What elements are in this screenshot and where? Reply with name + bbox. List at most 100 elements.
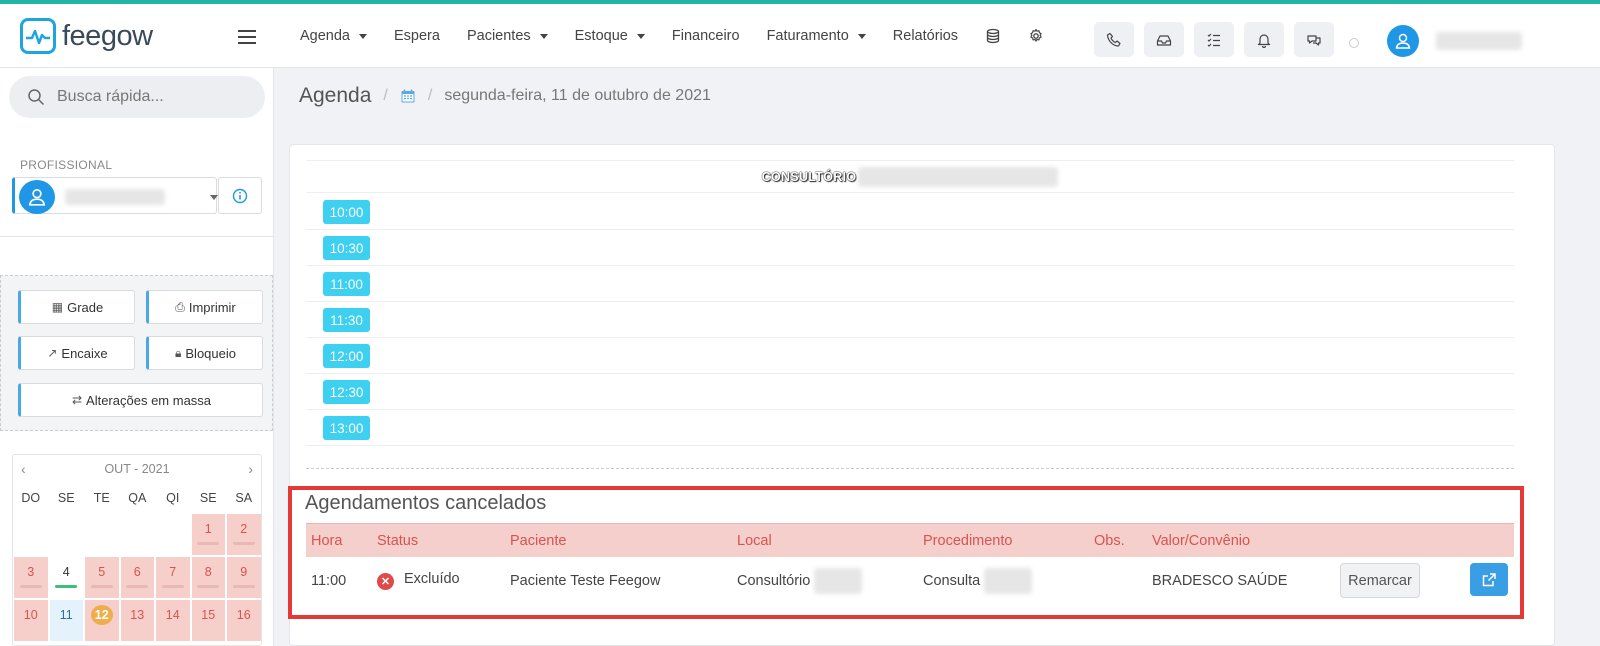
cancelled-x-icon: ✕ xyxy=(377,573,394,590)
nav-faturamento[interactable]: Faturamento xyxy=(767,28,866,44)
calendar-empty-cell xyxy=(119,513,155,556)
imprimir-button[interactable]: ⎙ Imprimir xyxy=(146,290,263,324)
day-number: 3 xyxy=(27,565,35,579)
calendar-day[interactable]: 7 xyxy=(155,556,191,599)
user-avatar[interactable] xyxy=(1387,25,1419,57)
cell-status: ✕ Excluído xyxy=(377,571,460,590)
cancelled-section-title: Agendamentos cancelados xyxy=(305,492,547,514)
chat-icon xyxy=(1307,34,1321,46)
alteracoes-em-massa-button[interactable]: ⇄ Alterações em massa xyxy=(18,383,263,417)
time-slot-row[interactable]: 11:00 xyxy=(306,266,1514,302)
notifications-button[interactable] xyxy=(1244,22,1284,57)
logo[interactable]: feegow xyxy=(20,18,153,54)
calendar-day[interactable]: 16 xyxy=(226,599,261,642)
professional-info-button[interactable] xyxy=(218,177,262,214)
nav-pacientes[interactable]: Pacientes xyxy=(467,28,548,44)
day-occupancy-bar xyxy=(197,585,220,588)
calendar-day[interactable]: 10 xyxy=(13,599,49,642)
exchange-icon: ⇄ xyxy=(71,393,83,407)
weekday-label: DO xyxy=(21,491,41,505)
time-slot-row[interactable]: 10:00 xyxy=(306,194,1514,230)
status-indicator-icon xyxy=(1349,38,1359,48)
time-slot-row[interactable]: 10:30 xyxy=(306,230,1514,266)
chat-button[interactable] xyxy=(1294,22,1334,57)
calendar-day[interactable]: 9 xyxy=(226,556,261,599)
day-number: 7 xyxy=(169,565,177,579)
time-slot-badge[interactable]: 11:30 xyxy=(323,308,370,332)
sidebar: PROFISSIONAL ▦Grade ⎙Imprimir ↗Encaixe 🔒… xyxy=(0,68,274,646)
day-number: 8 xyxy=(204,565,212,579)
time-slot-row[interactable]: 11:30 xyxy=(306,302,1514,338)
calendar-empty-cell xyxy=(84,513,120,556)
profissional-select[interactable] xyxy=(12,177,218,214)
calendar-day[interactable]: 8 xyxy=(190,556,226,599)
bell-icon xyxy=(1257,33,1271,48)
calendar-day[interactable]: 5 xyxy=(84,556,120,599)
gear-icon[interactable] xyxy=(1028,28,1044,44)
agenda-actions: ▦ Grade ⎙ Imprimir ↗ Encaixe 🔒︎ Bloqueio ⇄ Al… xyxy=(0,275,273,431)
room-label: CONSULTÓRIO xyxy=(761,169,857,184)
logo-text: feegow xyxy=(62,19,153,52)
database-icon[interactable] xyxy=(985,28,1001,44)
calendar-day[interactable]: 15 xyxy=(190,599,226,642)
room-name-redacted xyxy=(858,166,1059,187)
day-number: 16 xyxy=(236,608,251,622)
inbox-button[interactable] xyxy=(1144,22,1184,57)
cell-local: Consultório xyxy=(737,568,863,594)
open-appointment-button[interactable] xyxy=(1470,563,1508,596)
day-number: 6 xyxy=(133,565,141,579)
caret-down-icon xyxy=(636,33,645,39)
divider xyxy=(306,468,1514,469)
day-number: 15 xyxy=(201,608,216,622)
grade-button[interactable]: ▦ Grade xyxy=(18,290,135,324)
time-slot-row[interactable]: 12:30 xyxy=(306,374,1514,410)
calendar-day[interactable]: 1 xyxy=(190,513,226,556)
nav-relatorios[interactable]: Relatórios xyxy=(893,28,958,44)
local-redacted xyxy=(814,568,863,594)
next-month-icon[interactable]: › xyxy=(248,461,253,477)
calendar-day[interactable]: 6 xyxy=(119,556,155,599)
day-number: 11 xyxy=(59,608,73,622)
encaixe-button[interactable]: ↗ Encaixe xyxy=(18,336,135,370)
calendar-day[interactable]: 11 xyxy=(48,599,84,642)
calendar-day[interactable]: 12 xyxy=(84,599,120,642)
user-name-redacted[interactable] xyxy=(1436,32,1522,50)
table-row: 11:00 ✕ Excluído Paciente Teste Feegow Co… xyxy=(306,557,1514,605)
time-slot-badge[interactable]: 12:30 xyxy=(323,380,370,404)
search-input[interactable] xyxy=(57,88,237,106)
time-slot-badge[interactable]: 13:00 xyxy=(323,416,370,440)
calendar-day[interactable]: 4 xyxy=(48,556,84,599)
day-number: 4 xyxy=(62,565,70,579)
menu-toggle-icon[interactable] xyxy=(238,30,256,44)
weekday-label: SA xyxy=(235,491,253,505)
time-slot-badge[interactable]: 11:00 xyxy=(323,272,370,296)
time-slot-row[interactable]: 13:00 xyxy=(306,410,1514,446)
time-slot-badge[interactable]: 12:00 xyxy=(323,344,370,368)
time-slot-badge[interactable]: 10:00 xyxy=(323,200,370,224)
calendar-day[interactable]: 14 xyxy=(155,599,191,642)
phone-button[interactable] xyxy=(1094,22,1134,57)
calendar-day[interactable]: 2 xyxy=(226,513,261,556)
day-occupancy-bar xyxy=(232,585,255,588)
breadcrumb-separator: / xyxy=(383,87,388,104)
cancelled-table-header: Hora Status Paciente Local Procedimento … xyxy=(306,523,1514,557)
divider xyxy=(0,236,274,237)
tasks-button[interactable] xyxy=(1194,22,1234,57)
day-occupancy-bar xyxy=(126,585,149,588)
nav-financeiro[interactable]: Financeiro xyxy=(672,28,740,44)
phone-icon xyxy=(1106,32,1121,47)
bloqueio-button[interactable]: 🔒︎ Bloqueio xyxy=(146,336,263,370)
nav-espera[interactable]: Espera xyxy=(394,28,440,44)
remarcar-button[interactable]: Remarcar xyxy=(1340,563,1420,598)
time-slot-badge[interactable]: 10:30 xyxy=(323,236,370,260)
col-obs: Obs. xyxy=(1094,533,1125,549)
caret-down-icon xyxy=(539,33,548,39)
prev-month-icon[interactable]: ‹ xyxy=(21,461,26,477)
breadcrumb-separator: / xyxy=(427,87,433,104)
calendar-day[interactable]: 13 xyxy=(119,599,155,642)
caret-down-icon xyxy=(359,33,367,39)
nav-agenda[interactable]: Agenda xyxy=(300,28,367,44)
nav-estoque[interactable]: Estoque xyxy=(575,28,645,44)
calendar-day[interactable]: 3 xyxy=(13,556,49,599)
time-slot-row[interactable]: 12:00 xyxy=(306,338,1514,374)
